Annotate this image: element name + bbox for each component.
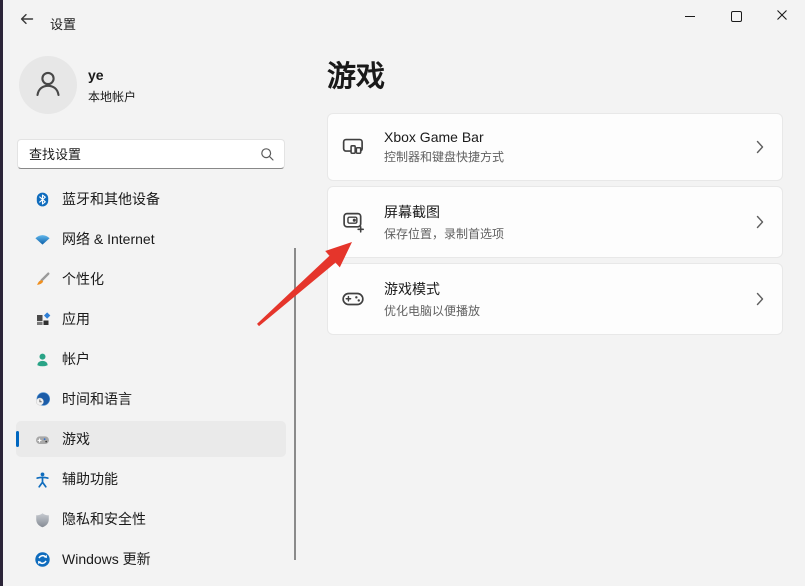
card-screen-capture[interactable]: 屏幕截图 保存位置，录制首选项 xyxy=(327,186,783,258)
minimize-button[interactable] xyxy=(667,0,713,33)
card-xbox-game-bar[interactable]: Xbox Game Bar 控制器和键盘快捷方式 xyxy=(327,113,783,181)
sidebar-item-label: 蓝牙和其他设备 xyxy=(62,189,160,209)
card-title: Xbox Game Bar xyxy=(384,129,504,145)
settings-window: 设置 ye 本地帐户 xyxy=(0,0,805,586)
card-game-mode[interactable]: 游戏模式 优化电脑以便播放 xyxy=(327,263,783,335)
card-title: 屏幕截图 xyxy=(384,202,504,222)
sidebar-item-accessibility[interactable]: 辅助功能 xyxy=(16,461,286,497)
search-icon xyxy=(260,147,275,167)
sidebar-item-label: 帐户 xyxy=(62,349,90,369)
screen-capture-icon xyxy=(341,210,365,234)
sidebar-scrollbar[interactable] xyxy=(294,248,296,560)
window-title: 设置 xyxy=(50,14,76,33)
accounts-person-icon xyxy=(34,351,51,368)
privacy-shield-icon xyxy=(34,511,51,528)
sidebar-item-label: 辅助功能 xyxy=(62,469,118,489)
background-window-edge xyxy=(0,0,3,586)
page-title: 游戏 xyxy=(327,53,385,95)
card-subtitle: 优化电脑以便播放 xyxy=(384,302,480,319)
chevron-right-icon xyxy=(756,292,764,306)
back-arrow-icon xyxy=(19,11,35,32)
sidebar-item-label: 游戏 xyxy=(62,429,90,449)
sidebar-item-label: 应用 xyxy=(62,309,90,329)
chevron-right-icon xyxy=(756,215,764,229)
sidebar-item-bluetooth-devices[interactable]: 蓝牙和其他设备 xyxy=(16,181,286,217)
accessibility-icon xyxy=(34,471,51,488)
close-icon xyxy=(776,8,788,26)
maximize-button[interactable] xyxy=(713,0,759,33)
sidebar-item-time-language[interactable]: 时间和语言 xyxy=(16,381,286,417)
time-language-clock-icon xyxy=(34,391,51,408)
sidebar-item-gaming[interactable]: 游戏 xyxy=(16,421,286,457)
card-subtitle: 保存位置，录制首选项 xyxy=(384,225,504,242)
sidebar-item-label: 隐私和安全性 xyxy=(62,509,146,529)
windows-update-icon xyxy=(34,551,51,568)
back-button[interactable] xyxy=(12,6,42,36)
maximize-icon xyxy=(731,11,742,22)
personalization-brush-icon xyxy=(34,271,51,288)
search-input[interactable] xyxy=(18,140,261,168)
close-button[interactable] xyxy=(759,0,805,33)
bluetooth-icon xyxy=(34,191,51,208)
sidebar-item-privacy-security[interactable]: 隐私和安全性 xyxy=(16,501,286,537)
settings-cards: Xbox Game Bar 控制器和键盘快捷方式 屏幕截图 保存 xyxy=(327,113,783,340)
network-wifi-icon xyxy=(34,231,51,248)
card-subtitle: 控制器和键盘快捷方式 xyxy=(384,148,504,165)
gaming-controller-icon xyxy=(34,431,51,448)
xbox-game-bar-icon xyxy=(341,135,365,159)
sidebar-item-label: Windows 更新 xyxy=(62,549,151,569)
card-title: 游戏模式 xyxy=(384,279,480,299)
selected-accent-bar xyxy=(16,431,19,447)
sidebar-item-windows-update[interactable]: Windows 更新 xyxy=(16,541,286,577)
sidebar-item-label: 网络 & Internet xyxy=(62,229,155,249)
sidebar-item-accounts[interactable]: 帐户 xyxy=(16,341,286,377)
apps-icon xyxy=(34,311,51,328)
minimize-icon xyxy=(685,16,695,17)
sidebar-item-network-internet[interactable]: 网络 & Internet xyxy=(16,221,286,257)
account-name: ye xyxy=(88,67,104,83)
chevron-right-icon xyxy=(756,140,764,154)
sidebar-item-label: 时间和语言 xyxy=(62,389,132,409)
sidebar-item-label: 个性化 xyxy=(62,269,104,289)
sidebar-nav: 蓝牙和其他设备 网络 & Internet 个性化 xyxy=(16,181,286,581)
sidebar-item-personalization[interactable]: 个性化 xyxy=(16,261,286,297)
search-box xyxy=(17,139,285,169)
account-type: 本地帐户 xyxy=(88,88,136,105)
sidebar-item-apps[interactable]: 应用 xyxy=(16,301,286,337)
avatar[interactable] xyxy=(19,56,77,114)
game-mode-icon xyxy=(341,287,365,311)
person-outline-icon xyxy=(31,66,65,105)
window-controls xyxy=(667,0,805,33)
